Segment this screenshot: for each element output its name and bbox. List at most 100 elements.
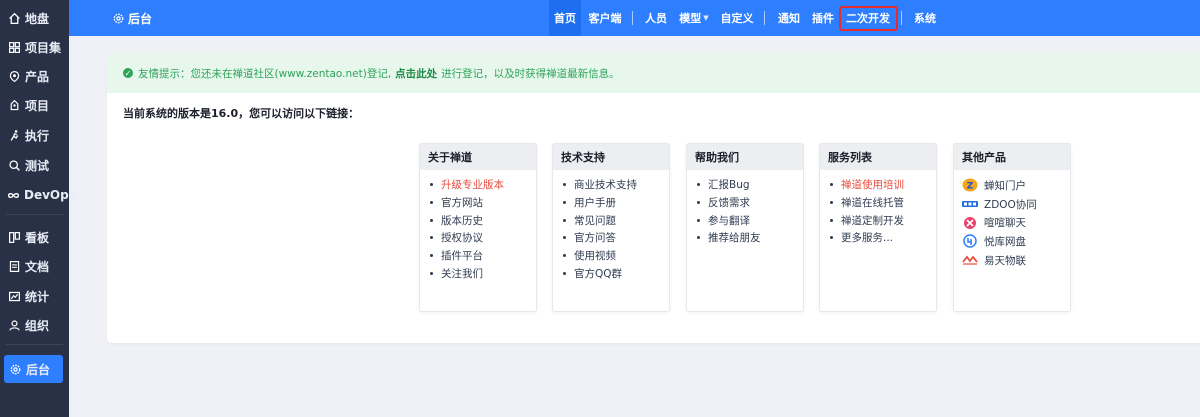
sidebar-divider xyxy=(6,214,63,215)
register-alert: ✓ 友情提示：您还未在禅道社区(www.zentao.net)登记, 点击此处 … xyxy=(107,53,1200,93)
alert-text-prefix: 友情提示：您还未在禅道社区(www.zentao.net)登记, xyxy=(138,67,392,80)
link-text: 授权协议 xyxy=(441,232,483,245)
sidebar-item-org[interactable]: 组织 xyxy=(0,311,69,339)
nav-custom[interactable]: 自定义 xyxy=(719,0,755,36)
search-icon xyxy=(7,158,21,172)
sidebar-item-label: 执行 xyxy=(25,128,50,143)
list-item[interactable]: 禅道在线托管 xyxy=(830,194,936,212)
link-text: 禅道定制开发 xyxy=(841,214,904,227)
nav-plugin[interactable]: 插件 xyxy=(810,0,836,36)
nav-separator xyxy=(901,11,902,25)
box-title: 技术支持 xyxy=(553,144,669,170)
product-item-xuanxuan[interactable]: 喧喧聊天 xyxy=(962,213,1070,232)
list-item[interactable]: 官方网站 xyxy=(430,194,536,212)
list-item[interactable]: 禅道使用培训 xyxy=(830,176,936,194)
link-text: 使用视频 xyxy=(574,250,616,263)
link-text: 汇报Bug xyxy=(708,179,750,192)
list-item[interactable]: 插件平台 xyxy=(430,247,536,265)
sidebar-item-label: 文档 xyxy=(25,259,50,274)
list-item[interactable]: 参与翻译 xyxy=(697,211,803,229)
sidebar-item-stats[interactable]: 统计 xyxy=(0,282,69,310)
check-circle-icon: ✓ xyxy=(123,68,133,78)
yitian-logo-icon xyxy=(962,253,978,267)
sidebar-item-label: 组织 xyxy=(25,318,50,333)
zdoo-logo-icon xyxy=(962,197,978,211)
bullet xyxy=(430,183,433,187)
link-text: 版本历史 xyxy=(441,214,483,227)
bullet xyxy=(830,218,833,222)
sidebar-item-execution[interactable]: 执行 xyxy=(0,121,69,149)
register-link[interactable]: 点击此处 xyxy=(395,66,437,81)
list-item[interactable]: 授权协议 xyxy=(430,229,536,247)
nav-people[interactable]: 人员 xyxy=(643,0,669,36)
nav-model[interactable]: 模型 ▼ xyxy=(677,0,711,36)
list-item[interactable]: 官方QQ群 xyxy=(563,264,669,282)
list-item[interactable]: 常见问题 xyxy=(563,211,669,229)
nav-home[interactable]: 首页 xyxy=(549,0,581,36)
link-text: 商业技术支持 xyxy=(574,179,637,192)
nav-notify[interactable]: 通知 xyxy=(776,0,802,36)
infinity-icon xyxy=(7,188,20,202)
list-item[interactable]: 汇报Bug xyxy=(697,176,803,194)
bullet xyxy=(430,236,433,240)
bullet xyxy=(563,271,566,275)
list-item[interactable]: 使用视频 xyxy=(563,247,669,265)
sidebar-item-label: 项目 xyxy=(25,98,50,113)
list-item[interactable]: 更多服务... xyxy=(830,229,936,247)
product-item-yitian[interactable]: 易天物联 xyxy=(962,251,1070,270)
link-text: 喧喧聊天 xyxy=(984,217,1026,230)
gear-icon xyxy=(8,362,22,376)
nav-model-label: 模型 xyxy=(679,12,702,25)
link-text: 更多服务... xyxy=(841,232,894,245)
products-box: 其他产品 Z 蝉知门户 ZDOO协同 喧喧聊天 悦库网盘 易天物联 xyxy=(953,143,1071,312)
sidebar-item-label: 测试 xyxy=(25,158,50,173)
bullet xyxy=(697,201,700,205)
sidebar-item-doc[interactable]: 文档 xyxy=(0,252,69,280)
link-text: 易天物联 xyxy=(984,254,1026,267)
sidebar-item-label: 看板 xyxy=(25,230,50,245)
home-icon xyxy=(7,11,21,25)
yueku-logo-icon xyxy=(962,234,978,249)
zsite-logo-icon: Z xyxy=(962,178,978,192)
doc-icon xyxy=(7,259,21,273)
product-item-zsite[interactable]: Z 蝉知门户 xyxy=(962,176,1070,195)
bullet xyxy=(430,218,433,222)
link-text: 禅道使用培训 xyxy=(841,179,904,192)
product-item-yueku[interactable]: 悦库网盘 xyxy=(962,232,1070,251)
sidebar-item-label: 统计 xyxy=(25,289,50,304)
nav-system[interactable]: 系统 xyxy=(912,0,938,36)
list-item[interactable]: 关注我们 xyxy=(430,264,536,282)
product-item-zdoo[interactable]: ZDOO协同 xyxy=(962,195,1070,214)
sidebar-item-devops[interactable]: DevOps xyxy=(0,181,76,209)
sidebar-item-program[interactable]: 项目集 xyxy=(0,33,69,61)
list-item[interactable]: 反馈需求 xyxy=(697,194,803,212)
link-text: 升级专业版本 xyxy=(441,179,504,192)
link-text: 常见问题 xyxy=(574,214,616,227)
bullet xyxy=(563,254,566,258)
sidebar-item-admin[interactable]: 后台 xyxy=(4,355,63,383)
service-box: 服务列表 禅道使用培训 禅道在线托管 禅道定制开发 更多服务... xyxy=(819,143,937,312)
sidebar-item-test[interactable]: 测试 xyxy=(0,151,69,179)
sidebar-item-project[interactable]: 项目 xyxy=(0,91,69,119)
box-title: 服务列表 xyxy=(820,144,936,170)
sidebar: 地盘 项目集 产品 项目 执行 测试 DevOps 看板 文档 统计 组织 后台 xyxy=(0,0,76,417)
list-item[interactable]: 官方问答 xyxy=(563,229,669,247)
list-item[interactable]: 禅道定制开发 xyxy=(830,211,936,229)
sidebar-item-product[interactable]: 产品 xyxy=(0,62,69,90)
list-item[interactable]: 版本历史 xyxy=(430,211,536,229)
bullet xyxy=(830,201,833,205)
link-text: 官方问答 xyxy=(574,232,616,245)
bullet xyxy=(430,271,433,275)
list-item[interactable]: 升级专业版本 xyxy=(430,176,536,194)
list-item[interactable]: 推荐给朋友 xyxy=(697,229,803,247)
list-item[interactable]: 用户手册 xyxy=(563,194,669,212)
link-text: 反馈需求 xyxy=(708,197,750,210)
list-item[interactable]: 商业技术支持 xyxy=(563,176,669,194)
link-text: 推荐给朋友 xyxy=(708,232,761,245)
nav-client[interactable]: 客户端 xyxy=(585,0,625,36)
support-box: 技术支持 商业技术支持 用户手册 常见问题 官方问答 使用视频 官方QQ群 xyxy=(552,143,670,312)
sidebar-item-dashboard[interactable]: 地盘 xyxy=(0,4,69,32)
sidebar-item-label: 后台 xyxy=(26,362,51,377)
bullet xyxy=(830,183,833,187)
sidebar-item-kanban[interactable]: 看板 xyxy=(0,223,69,251)
